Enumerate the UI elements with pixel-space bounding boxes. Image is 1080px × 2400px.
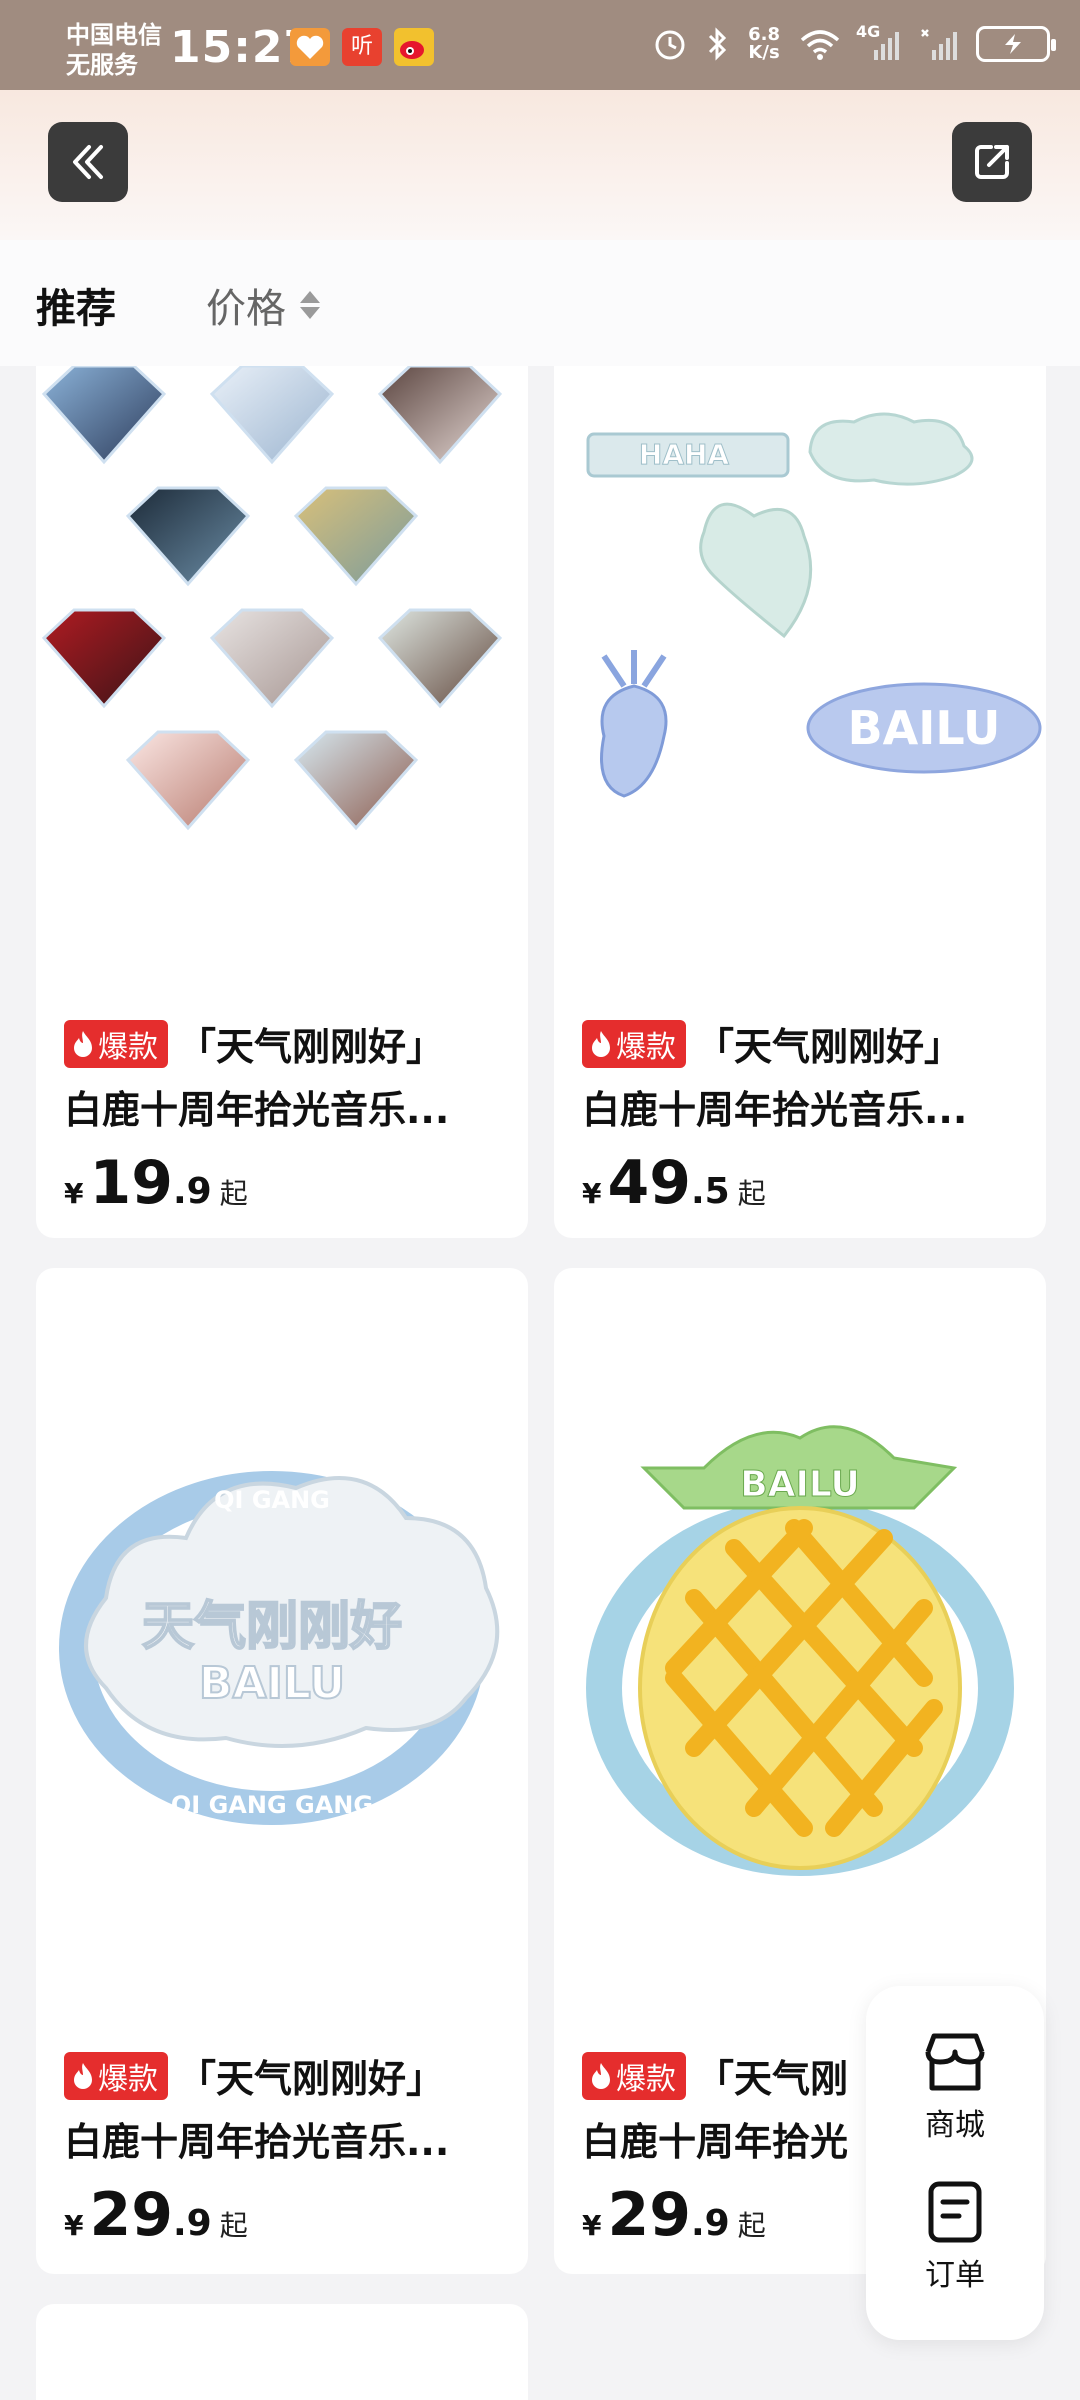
cloud-text-main: 天气刚刚好 (142, 1597, 402, 1657)
weibo-app-icon (394, 28, 434, 66)
pineapple-acrylic-image: BAILU (586, 1425, 1014, 1876)
floating-shortcut-panel: 商城 订单 (866, 1986, 1044, 2340)
product-info: 爆款 「天气刚刚好」 白鹿十周年拾光音乐... ¥ 19 .9 起 (64, 1016, 500, 1218)
bluetooth-icon (709, 27, 727, 61)
product-title: 爆款 「天气刚刚好」 (64, 1016, 500, 1071)
product-title-line1: 「天气刚刚好」 (178, 2057, 445, 2101)
product-image: BAILU (554, 1268, 1046, 1988)
hot-badge: 爆款 (582, 2051, 686, 2100)
hot-badge-label: 爆款 (616, 1029, 676, 1065)
product-card[interactable]: HAHA BAILU 爆款 「天气刚刚好」 白鹿十周年拾光音乐... ¥ 49 … (554, 366, 1046, 1238)
fire-icon (74, 1030, 92, 1057)
product-title-line1: 「天气刚刚好」 (696, 1025, 963, 1069)
price-integer: 49 (607, 1148, 691, 1218)
hot-badge: 爆款 (582, 1019, 686, 1068)
product-title-line2: 白鹿十周年拾光音乐... (582, 1088, 968, 1132)
tab-price[interactable]: 价格 (206, 276, 320, 334)
product-info: 爆款 「天气刚刚好」 白鹿十周年拾光音乐... ¥ 49 .5 起 (582, 1016, 1018, 1218)
price-decimal: .9 (172, 2203, 212, 2244)
mall-label: 商城 (925, 2108, 985, 2143)
store-icon (925, 2033, 985, 2091)
product-image: HAHA BAILU (554, 366, 1046, 966)
cloud-acrylic-image: 天气刚刚好 BAILU QI GANG QI GANG GANG (59, 1471, 500, 1825)
price-decimal: .9 (690, 2203, 730, 2244)
product-card[interactable]: 天气刚刚好 BAILU QI GANG QI GANG GANG 爆款 「天气刚… (36, 1268, 528, 2274)
sticker-text-haha: HAHA (639, 438, 730, 471)
product-image: 天气刚刚好 BAILU QI GANG QI GANG GANG (36, 1268, 528, 1988)
network-speed-unit: K/s (748, 42, 780, 63)
tab-price-label: 价格 (206, 286, 286, 332)
price-currency: ¥ (582, 1177, 602, 1210)
price-suffix: 起 (219, 1177, 248, 1210)
system-icons: 6.8 K/s 4G (652, 22, 1056, 62)
price-currency: ¥ (64, 2209, 84, 2242)
fire-icon (74, 2062, 92, 2089)
price-currency: ¥ (64, 1177, 84, 1210)
price-suffix: 起 (737, 2209, 766, 2242)
price-decimal: .5 (690, 1171, 730, 1212)
ting-app-icon: 听 (342, 28, 382, 66)
ring-text-bottom: QI GANG GANG (171, 1791, 373, 1819)
orders-button[interactable]: 订单 (866, 2180, 1044, 2294)
ting-app-label: 听 (350, 34, 373, 59)
orders-label: 订单 (925, 2258, 985, 2293)
hot-badge-label: 爆款 (616, 2061, 676, 2097)
acrylic-stickers-image: HAHA BAILU (586, 412, 1042, 798)
price-suffix: 起 (219, 2209, 248, 2242)
back-button[interactable] (48, 122, 128, 202)
ring-text-top: QI GANG (214, 1486, 330, 1514)
hot-badge: 爆款 (64, 1019, 168, 1068)
tab-recommend[interactable]: 推荐 (36, 276, 116, 334)
fire-icon (592, 2062, 610, 2089)
fire-icon (592, 1030, 610, 1057)
carrier-info: 中国电信 无服务 (66, 20, 162, 80)
product-title-line1: 「天气刚刚好」 (178, 1025, 445, 1069)
product-title: 爆款 「天气刚刚好」 (582, 1016, 1018, 1071)
product-image (36, 366, 528, 966)
cell-signal-icon: 4G (856, 22, 900, 62)
battery-icon (976, 26, 1056, 62)
price-integer: 29 (89, 2180, 173, 2250)
product-card[interactable] (36, 2304, 528, 2400)
carrier-name: 中国电信 (66, 21, 162, 49)
page-header (0, 90, 1080, 240)
carrier-status: 无服务 (66, 51, 138, 79)
price-suffix: 起 (737, 1177, 766, 1210)
hot-badge-label: 爆款 (98, 1029, 158, 1065)
price-integer: 19 (89, 1148, 173, 1218)
price-decimal: .9 (172, 1171, 212, 1212)
network-speed: 6.8 K/s (748, 26, 780, 62)
product-price: ¥ 29 .9 起 (64, 2180, 500, 2250)
product-price: ¥ 49 .5 起 (582, 1148, 1018, 1218)
product-title-line2: 白鹿十周年拾光音乐... (64, 1088, 450, 1132)
product-card[interactable]: 爆款 「天气刚刚好」 白鹿十周年拾光音乐... ¥ 19 .9 起 (36, 366, 528, 1238)
sticker-text-bailu: BAILU (848, 701, 1001, 755)
filter-tabs: 推荐 价格 (0, 240, 1080, 366)
share-button[interactable] (952, 122, 1032, 202)
status-bar: 中国电信 无服务 15:27 听 6.8 K/s 4G (0, 0, 1080, 90)
mall-button[interactable]: 商城 (866, 2032, 1044, 2144)
share-icon (975, 145, 1009, 179)
diamond-photo-badges-image (41, 366, 503, 831)
hot-badge: 爆款 (64, 2051, 168, 2100)
cloud-text-sub: BAILU (199, 1658, 345, 1709)
cell-signal-2-icon (921, 29, 957, 60)
product-price: ¥ 19 .9 起 (64, 1148, 500, 1218)
wifi-icon (800, 30, 840, 60)
product-title-line2: 白鹿十周年拾光音乐... (64, 2120, 450, 2164)
hot-badge-label: 爆款 (98, 2061, 158, 2097)
product-title-line1: 「天气刚 (696, 2057, 849, 2101)
alarm-icon (655, 30, 685, 60)
sort-arrows-icon (300, 291, 320, 319)
notification-icons: 听 (290, 28, 434, 66)
double-chevron-left-icon (73, 145, 103, 179)
pineapple-text: BAILU (740, 1464, 860, 1505)
price-integer: 29 (607, 2180, 691, 2250)
price-currency: ¥ (582, 2209, 602, 2242)
product-title: 爆款 「天气刚刚好」 (64, 2048, 500, 2103)
product-info: 爆款 「天气刚刚好」 白鹿十周年拾光音乐... ¥ 29 .9 起 (64, 2048, 500, 2250)
heart-app-icon (290, 28, 330, 66)
order-list-icon (928, 2181, 982, 2243)
